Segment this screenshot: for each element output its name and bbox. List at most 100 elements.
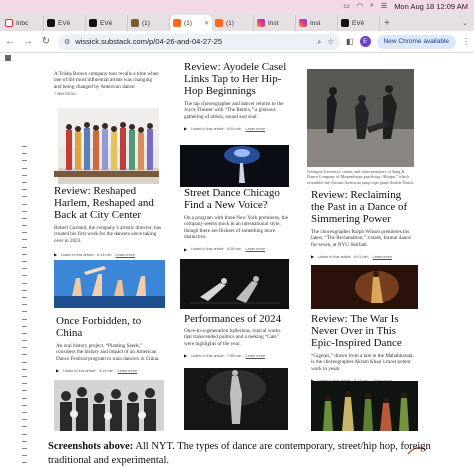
article-readtime: 7 MIN READ — [54, 92, 159, 96]
bookmark-star-icon[interactable]: ☆ — [327, 37, 334, 47]
readtime-label: 7 MIN READ — [54, 92, 76, 97]
search-icon[interactable]: ⌕ — [370, 2, 374, 10]
learn-more-link[interactable]: Learn more — [246, 127, 265, 131]
mozambique-dancers-illustration — [307, 69, 414, 167]
play-icon[interactable]: ▶ — [56, 368, 59, 373]
article-headline[interactable]: Performances of 2024 — [184, 313, 288, 325]
screenshots-note: Screenshots above: All NYT. The types of… — [48, 440, 458, 467]
blue-light-illustration — [224, 146, 260, 183]
article-harlem-reshaped[interactable]: Review: Reshaped Harlem, Reshaped and Ba… — [54, 185, 164, 257]
article-headline[interactable]: Street Dance Chicago Find a New Voice? — [184, 187, 288, 211]
new-chrome-available-button[interactable]: New Chrome available — [376, 34, 456, 49]
article-trisha-brown[interactable]: A Trisha Brown company tour recalls a ti… — [54, 71, 159, 96]
article-reclaiming-past[interactable]: Review: Reclaiming the Past in a Dance o… — [311, 189, 415, 259]
reload-icon[interactable]: ↻ — [40, 36, 52, 47]
tab-tile[interactable]: (1) — [128, 15, 170, 31]
substack-icon — [173, 19, 181, 27]
screenshots-note-label: Screenshots above: — [48, 441, 134, 452]
article-performances-2024[interactable]: Performances of 2024 Once-in-a-generatio… — [184, 313, 288, 358]
wifi-icon[interactable]: ◠ — [357, 2, 363, 10]
forward-arrow-icon[interactable]: → — [22, 36, 34, 47]
listen-row[interactable]: ▶ Listen to this article · 6:13 min Learn … — [54, 252, 164, 257]
tab-label: (1) — [226, 19, 234, 27]
article-headline[interactable]: Review: Ayodele Casel Links Tap to Her H… — [184, 61, 288, 97]
tab-label: Inst — [268, 19, 279, 27]
article-war-never-over[interactable]: Review: The War Is Never Over in This Ep… — [311, 313, 417, 383]
learn-more-link[interactable]: Learn more — [118, 369, 137, 373]
learn-more-link[interactable]: Learn more — [246, 354, 265, 358]
article-description: Robert Garland, the company’s artistic d… — [54, 225, 161, 244]
play-icon[interactable]: ▶ — [54, 252, 57, 257]
china-dance-illustration — [54, 260, 165, 308]
article-photo-group-green[interactable] — [311, 381, 418, 431]
learn-more-link[interactable]: Learn more — [246, 247, 265, 251]
tab-x-2[interactable]: EVé — [86, 15, 128, 31]
article-headline[interactable]: Once Forbidden, to China — [56, 315, 160, 339]
apps-grid-icon[interactable] — [5, 55, 11, 61]
listen-row[interactable]: ▶ Listen to this article · 7:38 min Learn … — [184, 353, 288, 358]
tab-substack-active[interactable]: (1) ✕ — [170, 15, 212, 31]
gmail-icon — [5, 19, 13, 27]
tab-x-1[interactable]: EVé — [44, 15, 86, 31]
article-street-dance-chicago[interactable]: Street Dance Chicago Find a New Voice? O… — [184, 187, 288, 252]
tab-label: Inbc — [16, 19, 29, 27]
solo-dancer-illustration — [184, 368, 288, 430]
article-headline[interactable]: Review: Reshaped Harlem, Reshaped and Ba… — [54, 185, 164, 221]
learn-more-link[interactable]: Learn more — [116, 253, 135, 257]
address-bar[interactable]: ⚙ wissick.substack.com/p/04-26-and-04-27… — [58, 33, 341, 50]
url-text[interactable]: wissick.substack.com/p/04-26-and-04-27-2… — [75, 37, 222, 46]
article-photo-performances-2024[interactable] — [180, 259, 289, 309]
learn-more-link[interactable]: Learn more — [373, 255, 392, 259]
control-center-icon[interactable]: ☰ — [381, 2, 387, 10]
extensions-icon[interactable]: ◧ — [346, 37, 354, 46]
site-info-icon[interactable]: ⚙ — [64, 38, 70, 46]
article-photo-china-dance[interactable] — [54, 260, 165, 308]
listen-row[interactable]: ▶ Listen to this article · 6:26 min Learn … — [184, 247, 288, 252]
close-tab-icon[interactable]: ✕ — [204, 20, 209, 27]
listen-label: Listen to this article · 6:26 min — [191, 247, 242, 252]
play-icon[interactable]: ▶ — [184, 126, 187, 131]
article-photo-blue-light[interactable] — [180, 145, 289, 187]
article-headline[interactable]: Review: Reclaiming the Past in a Dance o… — [311, 189, 415, 225]
play-icon[interactable]: ▶ — [184, 353, 187, 358]
listen-row[interactable]: ▶ Listen to this article · 6:01 min Learn … — [311, 254, 415, 259]
play-icon[interactable]: ▶ — [311, 254, 314, 259]
article-photo-solo-dancer[interactable] — [184, 368, 288, 430]
article-once-forbidden-china[interactable]: Once Forbidden, to China An oral history… — [56, 315, 160, 373]
substack-icon — [215, 19, 223, 27]
tab-search-chevron-icon[interactable]: ⌄ — [462, 15, 468, 31]
article-photo-mozambique-dance[interactable] — [307, 69, 414, 167]
x-icon — [89, 19, 97, 27]
article-headline[interactable]: Review: The War Is Never Over in This Ep… — [311, 313, 417, 349]
tab-gmail[interactable]: Inbc — [2, 15, 44, 31]
article-description: The tap choreographer and dancer returns… — [184, 101, 284, 120]
profile-avatar[interactable]: E — [359, 36, 371, 47]
toc-dash-markers[interactable] — [22, 146, 27, 467]
tab-x-3[interactable]: EVé — [338, 15, 380, 31]
back-arrow-icon[interactable]: ← — [4, 36, 16, 47]
article-ayodele-casel[interactable]: Review: Ayodele Casel Links Tap to Her H… — [184, 61, 288, 131]
zoom-icon[interactable]: ⌕ — [317, 37, 321, 47]
tab-label: (1) — [142, 19, 150, 27]
play-icon[interactable]: ▶ — [184, 247, 187, 252]
article-description: Once-in-a-generation ballerinas, topical… — [184, 328, 281, 347]
battery-icon[interactable]: ▭ — [343, 2, 350, 10]
article-description: An oral history project, “Planting Seeds… — [56, 343, 160, 362]
article-photo-group-portrait[interactable] — [54, 380, 164, 431]
tab-instagram-1[interactable]: Inst — [254, 15, 296, 31]
article-photo-epic-dance[interactable] — [311, 265, 418, 309]
more-menu-icon[interactable]: ⋮ — [462, 37, 470, 46]
listen-label: Listen to this article · 6:13 min — [61, 252, 112, 257]
left-sidebar — [0, 53, 14, 467]
new-tab-button[interactable]: + — [380, 15, 394, 31]
listen-row[interactable]: ▶ Listen to this article · 9:14 min Learn … — [56, 368, 160, 373]
listen-row[interactable]: ▶ Listen to this article · 6:04 min Learn … — [184, 126, 288, 131]
x-icon — [47, 19, 55, 27]
tab-instagram-2[interactable]: Inst — [296, 15, 338, 31]
tab-substack[interactable]: (1) — [212, 15, 254, 31]
article-photo-harlem-strip — [54, 171, 159, 177]
article-description: A Trisha Brown company tour recalls a ti… — [54, 71, 159, 90]
menubar-datetime[interactable]: Mon Aug 18 12:09 AM — [394, 2, 468, 11]
tab-label: EVé — [100, 19, 113, 27]
instagram-icon — [257, 19, 265, 27]
